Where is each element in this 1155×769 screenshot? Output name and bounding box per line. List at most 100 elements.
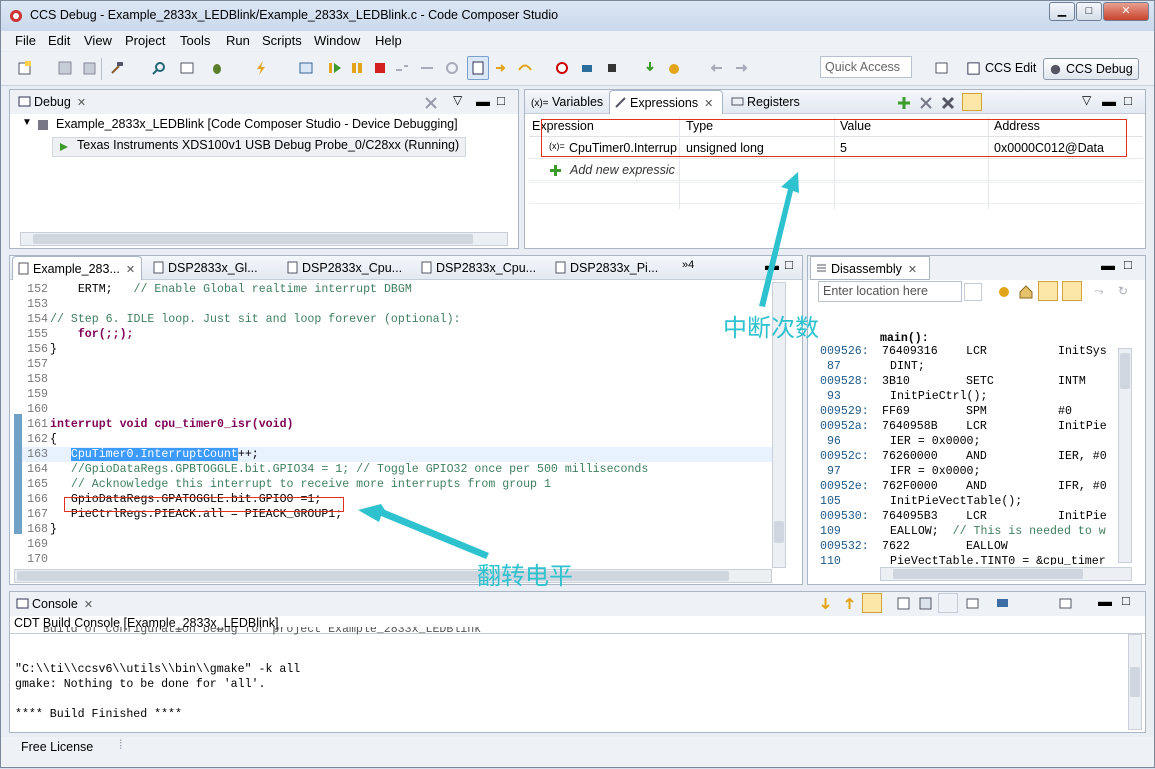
console-output[interactable]: Build of configuration Debug for project…: [15, 627, 1125, 723]
disasm-hscrollbar[interactable]: [880, 567, 1132, 581]
open-terminal-icon[interactable]: [179, 60, 195, 76]
menu-window[interactable]: Window: [314, 33, 360, 48]
more-tabs-chevron[interactable]: »4: [682, 259, 694, 271]
show-console-icon[interactable]: [918, 596, 933, 611]
menu-help[interactable]: Help: [375, 33, 402, 48]
tab-expressions[interactable]: Expressions ✕: [609, 90, 723, 114]
disconnect-icon[interactable]: [394, 60, 410, 76]
restart-icon[interactable]: [579, 60, 595, 76]
flash-icon[interactable]: [253, 60, 269, 76]
menu-view[interactable]: View: [84, 33, 112, 48]
tab-editor-file-5[interactable]: DSP2833x_Pi...: [550, 256, 680, 280]
disasm-row[interactable]: 009526: 76409316 LCR InitSys: [820, 345, 1116, 360]
maximize-view-icon[interactable]: □: [497, 93, 505, 108]
disasm-row[interactable]: 105 InitPieVectTable();: [820, 495, 1116, 510]
close-tab-icon[interactable]: ✕: [908, 264, 917, 276]
disasm-row[interactable]: 009529: FF69 SPM #0: [820, 405, 1116, 420]
expression-add-icon[interactable]: [666, 60, 682, 76]
perspective-ccs-edit[interactable]: CCS Edit: [963, 58, 1036, 80]
close-tab-icon[interactable]: ✕: [84, 599, 93, 611]
code-line[interactable]: 154// Step 6. IDLE loop. Just sit and lo…: [14, 312, 772, 327]
debug-tree-session[interactable]: ▼ Example_2833x_LEDBlink [Code Composer S…: [20, 117, 466, 137]
minimize-view-icon[interactable]: ▬: [476, 93, 490, 109]
tab-console[interactable]: Console ✕: [12, 592, 106, 616]
save-icon[interactable]: [57, 60, 73, 76]
tab-variables[interactable]: (x)= Variables: [527, 90, 605, 114]
disasm-row[interactable]: 93 InitPieCtrl();: [820, 390, 1116, 405]
close-tab-icon[interactable]: ✕: [704, 98, 713, 110]
disasm-row[interactable]: 00952c: 76260000 AND IER, #0: [820, 450, 1116, 465]
tab-disassembly[interactable]: Disassembly ✕: [810, 256, 930, 280]
code-area[interactable]: 152 ERTM; // Enable Global realtime inte…: [14, 280, 772, 568]
tab-debug[interactable]: Debug ✕: [14, 90, 98, 114]
minimize-button[interactable]: ▁: [1049, 2, 1075, 21]
open-perspective-icon[interactable]: [934, 60, 950, 76]
code-line[interactable]: 160: [14, 402, 772, 417]
code-line[interactable]: 165 // Acknowledge this interrupt to rec…: [14, 477, 772, 492]
maximize-button[interactable]: □: [1076, 2, 1102, 21]
maximize-view-icon[interactable]: □: [1122, 593, 1130, 608]
continuous-refresh-button[interactable]: [962, 93, 982, 111]
code-line[interactable]: 158: [14, 372, 772, 387]
tab-editor-file-3[interactable]: DSP2833x_Cpu...: [282, 256, 412, 280]
word-wrap-button[interactable]: [938, 593, 958, 613]
terminate-icon[interactable]: [372, 60, 388, 76]
code-line[interactable]: 157: [14, 357, 772, 372]
quick-access-input[interactable]: Quick Access: [820, 56, 912, 78]
connect-icon[interactable]: [419, 60, 435, 76]
code-line[interactable]: 164 //GpioDataRegs.GPBTOGGLE.bit.GPIO34 …: [14, 462, 772, 477]
code-line[interactable]: 155 for(;;);: [14, 327, 772, 342]
console-vscrollbar[interactable]: [1128, 634, 1142, 730]
new-icon[interactable]: [17, 60, 33, 76]
code-line[interactable]: 170: [14, 552, 772, 567]
chip-icon[interactable]: [604, 60, 620, 76]
disasm-row[interactable]: 87 DINT;: [820, 360, 1116, 375]
scroll-lock-button[interactable]: [862, 593, 882, 613]
go-to-location-button[interactable]: [964, 283, 982, 301]
menu-run[interactable]: Run: [226, 33, 250, 48]
code-line[interactable]: 163 CpuTimer0.InterruptCount++;: [14, 447, 772, 462]
editor-hscrollbar[interactable]: [14, 569, 772, 583]
code-line[interactable]: 156}: [14, 342, 772, 357]
menu-scripts[interactable]: Scripts: [262, 33, 302, 48]
debug-bug-icon[interactable]: [209, 60, 225, 76]
add-expression-icon[interactable]: [897, 96, 911, 110]
close-tab-icon[interactable]: ✕: [126, 264, 135, 276]
minimize-view-icon[interactable]: ▬: [765, 257, 779, 273]
load-program-icon[interactable]: [642, 60, 658, 76]
disasm-row[interactable]: 009532: 7622 EALLOW: [820, 540, 1116, 555]
save-all-icon[interactable]: [81, 60, 97, 76]
breakpoint-icon[interactable]: [554, 60, 570, 76]
suspend-icon[interactable]: [349, 60, 365, 76]
minimize-view-icon[interactable]: ▬: [1102, 93, 1116, 109]
disasm-row[interactable]: 109 EALLOW; // This is needed to w: [820, 525, 1116, 540]
code-line[interactable]: 159: [14, 387, 772, 402]
view-memory-icon[interactable]: [298, 60, 314, 76]
disasm-row[interactable]: 97 IFR = 0x0000;: [820, 465, 1116, 480]
build-hammer-icon[interactable]: [109, 60, 125, 76]
link-with-pc-icon[interactable]: [996, 284, 1012, 300]
view-menu-icon[interactable]: ▽: [453, 93, 462, 107]
disasm-row[interactable]: 96 IER = 0x0000;: [820, 435, 1116, 450]
close-tab-icon[interactable]: ✕: [77, 97, 86, 109]
add-expression-row[interactable]: Add new expressic: [529, 160, 1143, 181]
debug-hscrollbar[interactable]: [20, 232, 508, 246]
menu-tools[interactable]: Tools: [180, 33, 210, 48]
open-console-icon[interactable]: [1058, 596, 1073, 611]
resume-icon[interactable]: [327, 60, 343, 76]
code-line[interactable]: 161 interrupt void cpu_timer0_isr(void): [14, 417, 772, 432]
location-input[interactable]: Enter location here: [818, 281, 962, 302]
scroll-down-icon[interactable]: [818, 596, 833, 611]
refresh-icon[interactable]: ↻: [1118, 284, 1128, 298]
menu-project[interactable]: Project: [125, 33, 165, 48]
tab-editor-file-2[interactable]: DSP2833x_Gl...: [148, 256, 278, 280]
maximize-view-icon[interactable]: □: [1124, 257, 1132, 272]
close-button[interactable]: ✕: [1103, 2, 1149, 21]
perspective-ccs-debug[interactable]: CCS Debug: [1043, 58, 1139, 80]
menu-edit[interactable]: Edit: [48, 33, 70, 48]
disassembly-listing[interactable]: 009526: 76409316 LCR InitSys 87 DINT; 009528:…: [820, 345, 1116, 565]
display-console-icon[interactable]: [995, 596, 1010, 611]
code-line[interactable]: 152 ERTM; // Enable Global realtime inte…: [14, 282, 772, 297]
debug-tree-probe[interactable]: Texas Instruments XDS100v1 USB Debug Pro…: [52, 137, 467, 157]
minimize-view-icon[interactable]: ▬: [1101, 257, 1115, 273]
